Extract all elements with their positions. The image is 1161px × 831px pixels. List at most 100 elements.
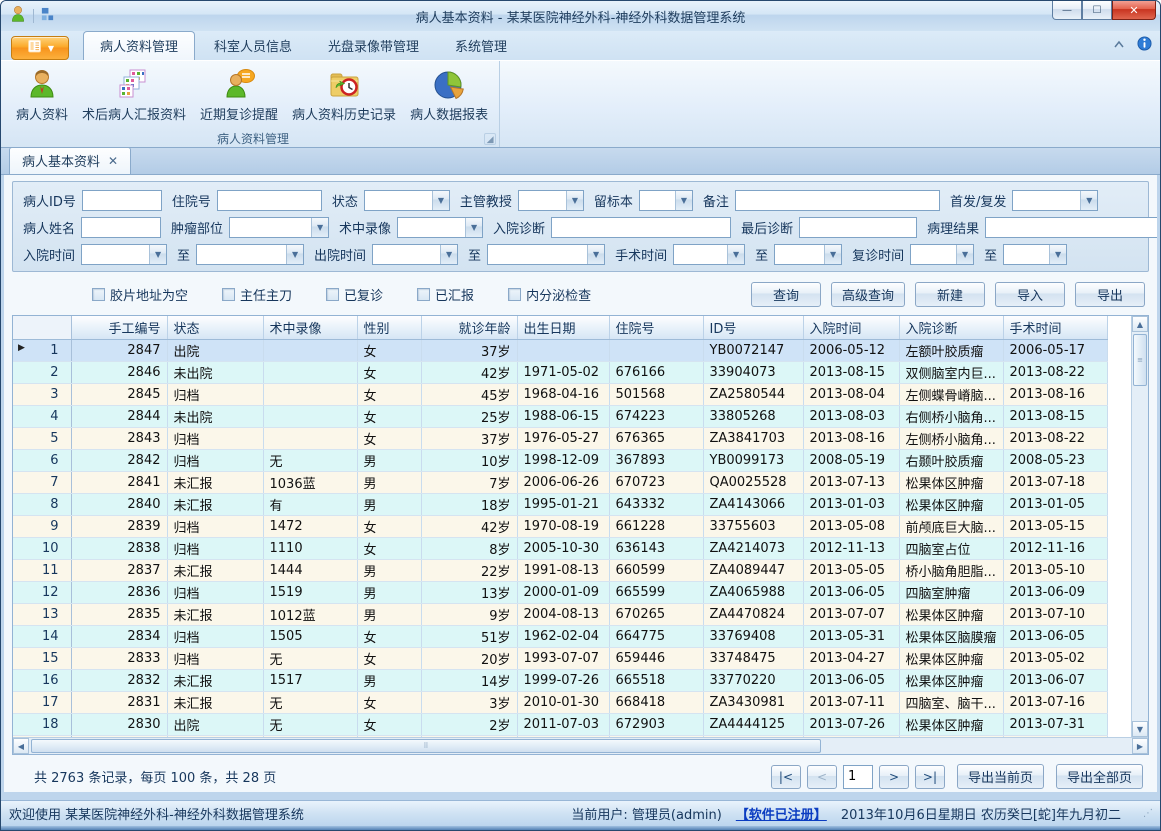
tab-patient-basic-info[interactable]: 病人基本资料 ✕ xyxy=(9,147,131,174)
ribbon-button-5[interactable]: 病人数据报表 xyxy=(403,64,495,129)
checkbox-icon[interactable] xyxy=(326,288,339,301)
chevron-down-icon[interactable]: ▼ xyxy=(675,191,692,210)
chevron-down-icon[interactable]: ▼ xyxy=(1049,245,1066,264)
row-number-cell[interactable]: 11 xyxy=(13,560,71,582)
row-number-cell[interactable]: 13 xyxy=(13,604,71,626)
export-button[interactable]: 导出 xyxy=(1075,282,1145,307)
new-button[interactable]: 新建 xyxy=(915,282,985,307)
chevron-down-icon[interactable]: ▼ xyxy=(149,245,166,264)
table-row[interactable]: 112837未汇报1444男22岁1991-08-13660599ZA40894… xyxy=(13,560,1107,582)
checkbox-icon[interactable] xyxy=(222,288,235,301)
chevron-down-icon[interactable]: ▼ xyxy=(587,245,604,264)
column-header-4[interactable]: 性别 xyxy=(357,316,421,340)
checkbox-icon[interactable] xyxy=(417,288,430,301)
search-input-1-0[interactable] xyxy=(81,217,161,238)
horizontal-scroll-thumb[interactable]: ⠿ xyxy=(31,739,821,753)
next-page-button[interactable]: > xyxy=(879,765,909,789)
row-number-cell[interactable]: 12 xyxy=(13,582,71,604)
search-combo-2-7[interactable]: ▼ xyxy=(1003,244,1067,265)
table-row[interactable]: 42844未出院女25岁1988-06-15674223338052682013… xyxy=(13,406,1107,428)
table-row[interactable]: 82840未汇报有男18岁1995-01-21643332ZA414306620… xyxy=(13,494,1107,516)
registration-status-link[interactable]: 【软件已注册】 xyxy=(736,804,827,823)
search-combo-2-4[interactable]: ▼ xyxy=(673,244,745,265)
row-number-cell[interactable]: 19 xyxy=(13,736,71,738)
ribbon-tab-3[interactable]: 光盘录像带管理 xyxy=(311,31,436,60)
last-page-button[interactable]: >| xyxy=(915,765,945,789)
checkbox-1[interactable]: 胶片地址为空 xyxy=(92,285,188,304)
table-row[interactable]: 72841未汇报1036蓝男7岁2006-06-26670723QA002552… xyxy=(13,472,1107,494)
table-row[interactable]: 122836归档1519男13岁2000-01-09665599ZA406598… xyxy=(13,582,1107,604)
column-header-9[interactable]: 入院时间 xyxy=(803,316,899,340)
search-combo-0-2[interactable]: ▼ xyxy=(364,190,450,211)
chevron-down-icon[interactable]: ▼ xyxy=(1080,191,1097,210)
first-page-button[interactable]: |< xyxy=(771,765,801,789)
table-row[interactable]: 172831未汇报无女3岁2010-01-30668418ZA343098120… xyxy=(13,692,1107,714)
search-combo-0-6[interactable]: ▼ xyxy=(1012,190,1098,211)
chevron-down-icon[interactable]: ▼ xyxy=(956,245,973,264)
search-input-1-3[interactable] xyxy=(551,217,731,238)
layout-icon[interactable] xyxy=(40,7,55,26)
export-current-page-button[interactable]: 导出当前页 xyxy=(957,764,1044,789)
row-number-cell[interactable]: 4 xyxy=(13,406,71,428)
row-number-cell[interactable]: 2 xyxy=(13,362,71,384)
row-number-cell[interactable]: 6 xyxy=(13,450,71,472)
advanced-query-button[interactable]: 高级查询 xyxy=(831,282,905,307)
search-input-1-5[interactable] xyxy=(985,217,1160,238)
checkbox-5[interactable]: 内分泌检查 xyxy=(508,285,591,304)
chevron-down-icon[interactable]: ▼ xyxy=(286,245,303,264)
scroll-left-icon[interactable]: ◀ xyxy=(13,738,29,754)
checkbox-icon[interactable] xyxy=(92,288,105,301)
import-button[interactable]: 导入 xyxy=(995,282,1065,307)
row-number-cell[interactable]: 5 xyxy=(13,428,71,450)
column-header-1[interactable]: 手工编号 xyxy=(71,316,167,340)
table-row[interactable]: 182830出院无女2岁2011-07-03672903ZA4444125201… xyxy=(13,714,1107,736)
column-header-6[interactable]: 出生日期 xyxy=(517,316,609,340)
row-number-cell[interactable]: ▶1 xyxy=(13,340,71,362)
column-header-2[interactable]: 状态 xyxy=(167,316,263,340)
tab-close-icon[interactable]: ✕ xyxy=(108,156,118,166)
search-combo-2-5[interactable]: ▼ xyxy=(774,244,842,265)
search-combo-1-1[interactable]: ▼ xyxy=(229,217,329,238)
ribbon-tab-1[interactable]: 病人资料管理 xyxy=(83,31,195,60)
row-number-cell[interactable]: 8 xyxy=(13,494,71,516)
search-combo-2-1[interactable]: ▼ xyxy=(196,244,304,265)
chevron-down-icon[interactable]: ▼ xyxy=(824,245,841,264)
ribbon-tab-4[interactable]: 系统管理 xyxy=(438,31,524,60)
scroll-up-icon[interactable]: ▲ xyxy=(1132,316,1148,332)
chevron-down-icon[interactable]: ▼ xyxy=(440,245,457,264)
search-combo-0-3[interactable]: ▼ xyxy=(518,190,584,211)
chevron-down-icon[interactable]: ▼ xyxy=(727,245,744,264)
export-all-pages-button[interactable]: 导出全部页 xyxy=(1056,764,1143,789)
search-combo-2-3[interactable]: ▼ xyxy=(487,244,605,265)
ribbon-tab-2[interactable]: 科室人员信息 xyxy=(197,31,309,60)
search-combo-2-0[interactable]: ▼ xyxy=(81,244,167,265)
minimize-button[interactable]: — xyxy=(1052,1,1082,20)
table-row[interactable]: 52843归档女37岁1976-05-27676365ZA38417032013… xyxy=(13,428,1107,450)
close-button[interactable]: ✕ xyxy=(1112,1,1156,20)
column-header-8[interactable]: ID号 xyxy=(703,316,803,340)
table-row[interactable]: 22846未出院女42岁1971-05-02676166339040732013… xyxy=(13,362,1107,384)
chevron-down-icon[interactable]: ▼ xyxy=(465,218,482,237)
table-row[interactable]: 162832未汇报1517男14岁1999-07-266655183377022… xyxy=(13,670,1107,692)
search-combo-2-6[interactable]: ▼ xyxy=(910,244,974,265)
query-button[interactable]: 查询 xyxy=(751,282,821,307)
ribbon-button-2[interactable]: 术后病人汇报资料 xyxy=(75,64,193,129)
table-row[interactable]: 92839归档1472女42岁1970-08-19661228337556032… xyxy=(13,516,1107,538)
table-row[interactable]: 102838归档1110女8岁2005-10-30636143ZA4214073… xyxy=(13,538,1107,560)
search-combo-0-4[interactable]: ▼ xyxy=(639,190,693,211)
checkbox-icon[interactable] xyxy=(508,288,521,301)
column-header-3[interactable]: 术中录像 xyxy=(263,316,357,340)
row-number-cell[interactable]: 14 xyxy=(13,626,71,648)
table-row[interactable]: 152833归档无女20岁1993-07-0765944633748475201… xyxy=(13,648,1107,670)
chevron-down-icon[interactable]: ▼ xyxy=(311,218,328,237)
scroll-down-icon[interactable]: ▼ xyxy=(1132,721,1148,737)
prev-page-button[interactable]: < xyxy=(807,765,837,789)
ribbon-button-1[interactable]: 病人资料 xyxy=(9,64,75,129)
dialog-launcher-icon[interactable]: ◢ xyxy=(484,133,496,145)
resize-grip[interactable]: ⋰ xyxy=(1143,808,1154,819)
chevron-down-icon[interactable]: ▼ xyxy=(432,191,449,210)
row-number-cell[interactable]: 18 xyxy=(13,714,71,736)
table-row[interactable]: ▶12847出院女37岁YB00721472006-05-12左额叶胶质瘤200… xyxy=(13,340,1107,362)
checkbox-4[interactable]: 已汇报 xyxy=(417,285,474,304)
checkbox-3[interactable]: 已复诊 xyxy=(326,285,383,304)
